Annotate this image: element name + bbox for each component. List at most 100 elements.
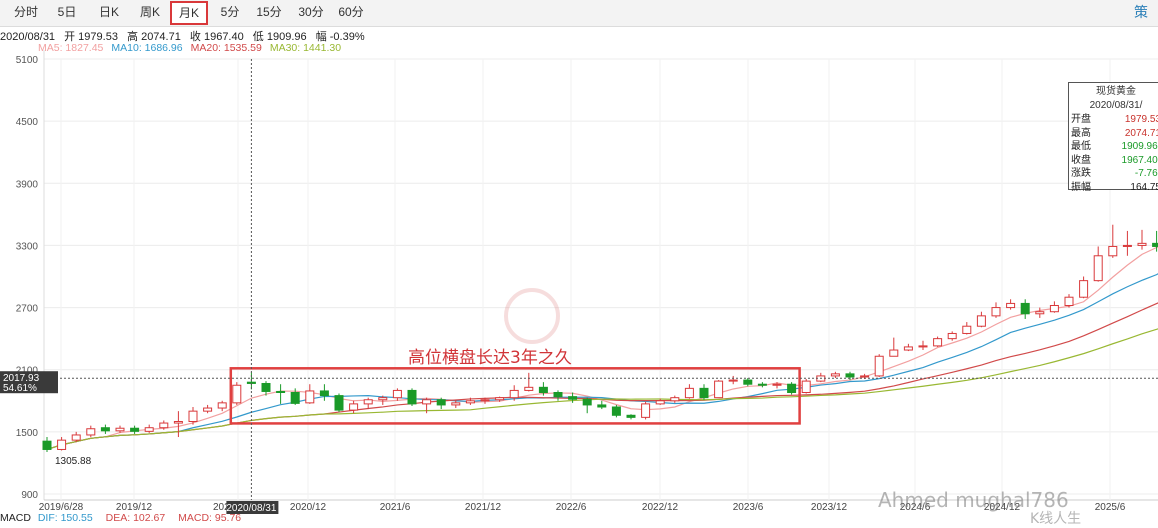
candle-body xyxy=(743,379,753,385)
info-row-key: 涨跌 xyxy=(1071,168,1091,179)
candle-body xyxy=(728,379,738,382)
info-row-key: 开盘 xyxy=(1071,114,1091,125)
candle-body xyxy=(787,383,797,394)
x-tick-label: 2023/12 xyxy=(811,502,848,513)
candle-body xyxy=(845,373,855,378)
y-tick-label: 4500 xyxy=(16,117,39,128)
x-tick-label: 2025/6 xyxy=(1095,502,1126,513)
candle-body xyxy=(305,390,315,404)
candle-body xyxy=(115,427,125,432)
candle-body xyxy=(1006,302,1016,309)
candle-body xyxy=(100,427,110,432)
info-row: 最高 2074.71 xyxy=(1071,127,1158,140)
info-title: 现货黄金 xyxy=(1096,86,1136,97)
candle-body xyxy=(582,398,592,406)
candle-body xyxy=(203,407,213,412)
y-tick-label: 3900 xyxy=(16,179,39,190)
candle-body xyxy=(874,355,884,377)
info-row-value: 1909.96( xyxy=(1121,141,1158,152)
candle-body xyxy=(947,332,957,340)
candlestick-chart[interactable]: 51004500390033002700210015009002019/6/28… xyxy=(0,0,1158,527)
candle-body xyxy=(451,402,461,406)
candle-body xyxy=(217,402,227,409)
candle-body xyxy=(830,373,840,377)
y-tick-label: 5100 xyxy=(16,55,39,66)
candle-body xyxy=(1093,255,1103,282)
info-row-key: 最低 xyxy=(1071,141,1091,152)
info-row: 涨跌 -7.76( xyxy=(1071,167,1158,180)
candle-body xyxy=(597,404,607,408)
candle-body xyxy=(1079,280,1089,298)
consolidation-annotation: 高位横盘长达3年之久 xyxy=(408,348,572,368)
candle-body xyxy=(319,390,329,397)
macd-dif: DIF: 150.55 xyxy=(37,512,93,524)
info-row-value: 1967.40( xyxy=(1121,154,1158,166)
candle-body xyxy=(1137,242,1147,246)
info-date: 2020/08/31/ xyxy=(1089,100,1143,111)
candle-body xyxy=(860,375,870,378)
macd-dea: DEA: 102.67 xyxy=(105,512,166,524)
logo-watermark xyxy=(504,288,560,344)
candle-body xyxy=(1108,245,1118,257)
candle-body xyxy=(1049,305,1059,313)
candle-body xyxy=(392,389,402,399)
candle-body xyxy=(71,434,81,441)
candle-body xyxy=(962,325,972,334)
candle-body xyxy=(524,386,534,391)
info-tooltip: 现货黄金 2020/08/31/开盘 1979.53 最高 2074.71 最低 1909.… xyxy=(1068,82,1158,193)
low-price-marker: 1305.88 xyxy=(55,456,92,467)
candle-body xyxy=(290,392,300,404)
candle-body xyxy=(261,382,271,392)
candle-body xyxy=(641,403,651,418)
candle-body xyxy=(378,397,388,401)
info-row-value: 164.75 xyxy=(1130,181,1158,193)
info-row-value: 1979.53 xyxy=(1124,114,1158,125)
candle-body xyxy=(670,397,680,402)
candle-body xyxy=(188,410,198,422)
info-row-key: 收盘 xyxy=(1071,154,1091,166)
macd-legend: MACD DIF: 150.55 DEA: 102.67 MACD: 95.76 xyxy=(0,512,241,524)
x-tick-label: 2023/6 xyxy=(733,502,764,513)
candle-body xyxy=(1152,242,1158,247)
candle-body xyxy=(276,390,286,394)
candle-body xyxy=(918,345,928,348)
info-row-key: 振幅 xyxy=(1071,181,1091,193)
candle-body xyxy=(509,389,519,399)
candle-body xyxy=(1020,302,1030,315)
x-tick-label: 2022/6 xyxy=(556,502,587,513)
candle-body xyxy=(349,403,359,411)
info-row: 振幅 164.75 xyxy=(1071,181,1158,194)
candle-body xyxy=(1064,296,1074,307)
y-tick-label: 900 xyxy=(21,490,38,501)
macd-label: MACD xyxy=(0,512,31,524)
x-tick-label: 2021/12 xyxy=(465,502,502,513)
candle-body xyxy=(611,406,621,416)
crosshair-change-label: 54.61% xyxy=(3,383,37,394)
candle-body xyxy=(714,380,724,399)
x-tick-label: 2022/12 xyxy=(642,502,679,513)
candle-body xyxy=(976,315,986,327)
candle-body xyxy=(757,383,767,386)
candle-body xyxy=(173,421,183,424)
ma-line-ma5 xyxy=(46,246,1158,451)
ma-line-ma30 xyxy=(46,328,1158,451)
candle-body xyxy=(422,399,432,405)
candle-body xyxy=(232,384,242,404)
candle-body xyxy=(538,386,548,394)
ma-line-ma10 xyxy=(46,273,1158,451)
candle-body xyxy=(495,397,505,401)
watermark-2: K线人生 xyxy=(1030,511,1082,527)
candle-body xyxy=(363,399,373,405)
candle-body xyxy=(42,440,52,450)
candle-body xyxy=(991,307,1001,317)
candle-body xyxy=(130,427,140,432)
candle-body xyxy=(436,399,446,406)
y-tick-label: 1500 xyxy=(16,428,39,439)
candle-body xyxy=(655,400,665,405)
candle-body xyxy=(626,414,636,418)
candle-body xyxy=(57,439,67,450)
candle-body xyxy=(568,396,578,400)
info-row: 收盘 1967.40( xyxy=(1071,154,1158,167)
info-row: 开盘 1979.53 xyxy=(1071,113,1158,126)
candle-body xyxy=(699,387,709,399)
